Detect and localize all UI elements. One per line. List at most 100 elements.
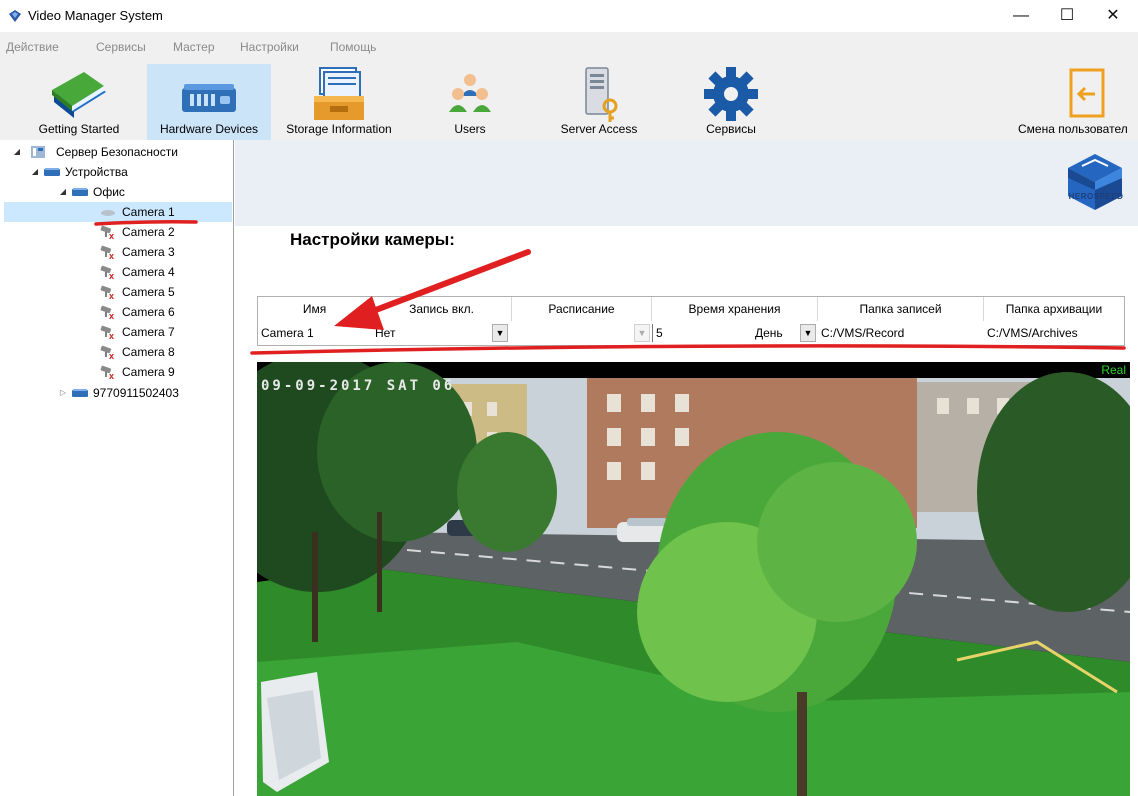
hardware-devices-button[interactable]: Hardware Devices [147, 64, 271, 140]
camera-offline-icon: x [100, 365, 114, 379]
herospeed-logo-icon [1068, 154, 1122, 210]
window-title: Video Manager System [28, 8, 163, 23]
svg-text:x: x [109, 371, 114, 379]
storage-information-label: Storage Information [286, 122, 392, 136]
tree-node-camera-5[interactable]: x Camera 5 [0, 282, 232, 302]
server-access-button[interactable]: Server Access [548, 64, 650, 140]
collapse-arrow-icon[interactable]: ◢ [12, 142, 22, 162]
services-button[interactable]: Сервисы [686, 64, 776, 140]
menu-help[interactable]: Помощь [330, 40, 376, 54]
camera-offline-icon: x [100, 285, 114, 299]
tree-node-camera-2[interactable]: x Camera 2 [0, 222, 232, 242]
camera-video-preview[interactable]: 09-09-2017 SAT 06 Real [257, 362, 1130, 796]
svg-text:x: x [109, 291, 114, 299]
svg-text:x: x [109, 271, 114, 279]
close-button[interactable]: ✕ [1090, 0, 1136, 32]
server-access-label: Server Access [560, 122, 638, 136]
camera-offline-icon: x [100, 265, 114, 279]
menu-settings[interactable]: Настройки [240, 40, 299, 54]
tree-node-camera-7[interactable]: x Camera 7 [0, 322, 232, 342]
tree-node-camera-1[interactable]: Camera 1 [4, 202, 232, 222]
switch-user-label: Смена пользовател [1018, 122, 1128, 136]
exit-door-icon [1069, 68, 1105, 118]
tree-node-camera-8[interactable]: x Camera 8 [0, 342, 232, 362]
menu-services[interactable]: Сервисы [96, 40, 146, 54]
tree-node-server[interactable]: ◢ Сервер Безопасности [0, 142, 232, 162]
camera-offline-icon: x [100, 345, 114, 359]
menu-action[interactable]: Действие [6, 40, 59, 54]
svg-text:x: x [109, 231, 114, 239]
tree-label-device: 9770911502403 [93, 386, 179, 400]
minimize-button[interactable]: — [998, 0, 1044, 32]
tree-label-camera: Camera 3 [122, 245, 175, 259]
storage-box-icon [314, 67, 364, 120]
maximize-button[interactable]: ☐ [1044, 0, 1090, 32]
section-title: Настройки камеры: [290, 230, 455, 249]
retention-value-input[interactable]: 5 [652, 324, 732, 342]
switch-user-button[interactable]: Смена пользовател [1014, 64, 1138, 140]
camera-name-cell[interactable]: Camera 1 [258, 322, 372, 344]
tree-node-office[interactable]: ◢ Офис [0, 182, 232, 202]
device-tree: ◢ Сервер Безопасности ◢ Устройства ◢ Офи… [0, 140, 234, 796]
svg-text:x: x [109, 251, 114, 259]
tree-label-camera: Camera 4 [122, 265, 175, 279]
tree-label-camera: Camera 7 [122, 325, 175, 339]
column-header-archive-folder[interactable]: Папка архивации [984, 297, 1124, 321]
camera-offline-icon: x [100, 305, 114, 319]
tree-label-camera: Camera 2 [122, 225, 175, 239]
retention-unit-select[interactable]: День [752, 322, 800, 344]
tree-label-office: Офис [93, 185, 125, 199]
tree-label-camera: Camera 6 [122, 305, 175, 319]
tree-node-camera-3[interactable]: x Camera 3 [0, 242, 232, 262]
collapse-arrow-icon[interactable]: ◢ [30, 162, 40, 182]
svg-text:x: x [109, 311, 114, 319]
hardware-devices-label: Hardware Devices [159, 122, 259, 136]
tree-label-camera: Camera 8 [122, 345, 175, 359]
tree-node-camera-6[interactable]: x Camera 6 [0, 302, 232, 322]
camera-settings-grid: Имя Запись вкл. Расписание Время хранени… [257, 296, 1125, 346]
column-header-name[interactable]: Имя [258, 297, 372, 321]
tree-node-camera-9[interactable]: x Camera 9 [0, 362, 232, 382]
retention-dropdown-arrow-icon[interactable]: ▼ [800, 324, 816, 342]
services-label: Сервисы [706, 122, 756, 136]
record-dropdown-arrow-icon[interactable]: ▼ [492, 324, 508, 342]
camera-scene-image [257, 362, 1130, 796]
column-header-schedule[interactable]: Расписание [512, 297, 652, 321]
collapse-arrow-icon[interactable]: ◢ [58, 182, 68, 202]
schedule-select[interactable] [512, 322, 634, 344]
record-enabled-select[interactable]: Нет [372, 322, 492, 344]
menu-bar: Действие Сервисы Мастер Настройки Помощь [0, 32, 1138, 60]
tree-node-devices[interactable]: ◢ Устройства [0, 162, 232, 182]
archive-folder-cell[interactable]: C:/VMS/Archives [984, 322, 1124, 344]
server-rack-icon [182, 84, 236, 112]
server-icon [31, 146, 45, 158]
tree-label-camera: Camera 1 [122, 205, 175, 219]
svg-text:x: x [109, 331, 114, 339]
title-bar: Video Manager System — ☐ ✕ [0, 0, 1138, 32]
tree-node-device-9770911502403[interactable]: ▷ 9770911502403 [0, 383, 232, 403]
getting-started-label: Getting Started [38, 122, 120, 136]
column-header-record[interactable]: Запись вкл. [372, 297, 512, 321]
toolbar: Getting Started Hardware Devices Storage… [0, 60, 1138, 140]
column-header-record-folder[interactable]: Папка записей [818, 297, 984, 321]
expand-arrow-icon[interactable]: ▷ [58, 383, 68, 403]
svg-text:x: x [109, 351, 114, 359]
users-label: Users [454, 122, 486, 136]
menu-wizard[interactable]: Мастер [173, 40, 215, 54]
herospeed-logo-text: HEROSPEED [1068, 192, 1124, 201]
users-icon [449, 74, 491, 112]
getting-started-button[interactable]: Getting Started [26, 64, 132, 140]
schedule-dropdown-arrow-icon[interactable]: ▼ [634, 324, 650, 342]
storage-information-button[interactable]: Storage Information [274, 64, 404, 140]
content-panel: HEROSPEED Настройки камеры: Имя Запись в… [235, 140, 1138, 796]
video-timestamp-overlay: 09-09-2017 SAT 06 [261, 378, 456, 394]
video-status-label: Real [1101, 363, 1126, 377]
tree-node-camera-4[interactable]: x Camera 4 [0, 262, 232, 282]
column-header-retention[interactable]: Время хранения [652, 297, 818, 321]
gear-icon [704, 67, 758, 121]
users-button[interactable]: Users [430, 64, 510, 140]
tree-label-devices: Устройства [65, 165, 128, 179]
record-folder-cell[interactable]: C:/VMS/Record [818, 322, 984, 344]
book-icon [52, 72, 106, 118]
device-group-icon [72, 389, 88, 397]
